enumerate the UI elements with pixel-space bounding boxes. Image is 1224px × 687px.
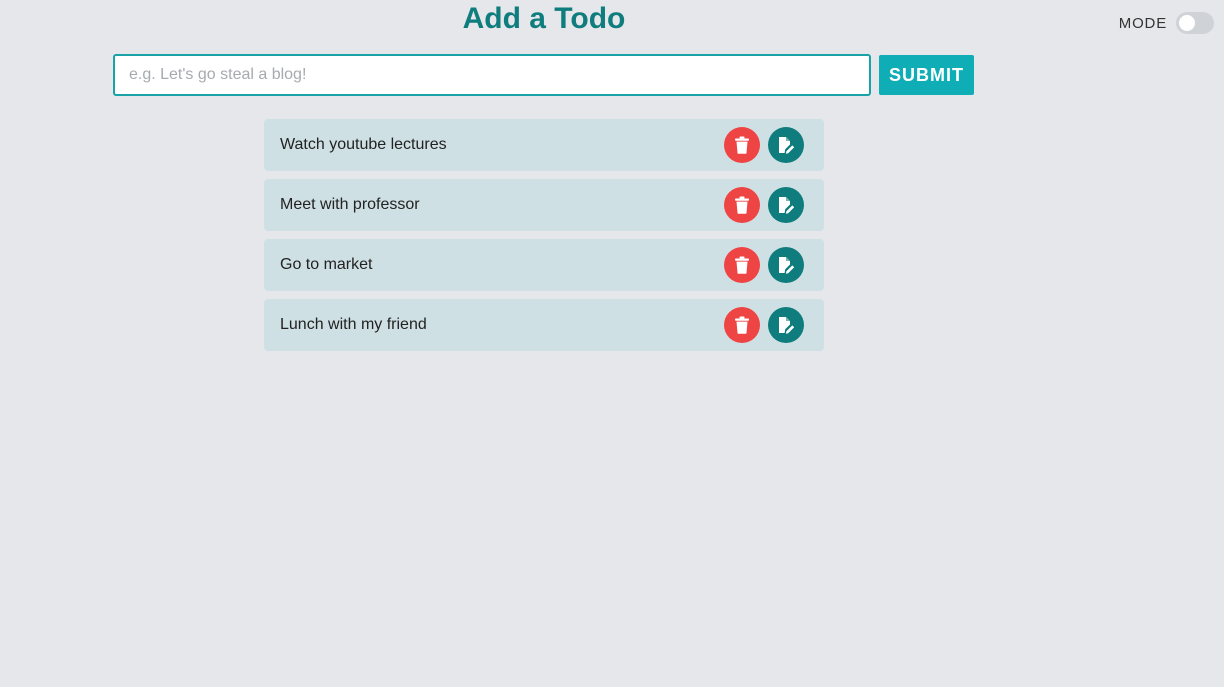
edit-button[interactable]: [768, 187, 804, 223]
trash-icon: [735, 196, 749, 214]
todo-item: Lunch with my friend: [264, 299, 824, 351]
todo-text: Meet with professor: [280, 196, 420, 213]
delete-button[interactable]: [724, 307, 760, 343]
page-title: Add a Todo: [462, 2, 626, 35]
mode-toggle[interactable]: [1176, 12, 1214, 34]
delete-button[interactable]: [724, 127, 760, 163]
edit-button[interactable]: [768, 307, 804, 343]
todo-item: Go to market: [264, 239, 824, 291]
delete-button[interactable]: [724, 247, 760, 283]
todo-text: Go to market: [280, 256, 373, 273]
trash-icon: [735, 256, 749, 274]
mode-label: MODE: [1118, 14, 1167, 32]
todo-item: Watch youtube lectures: [264, 119, 824, 171]
edit-button[interactable]: [768, 127, 804, 163]
todo-input[interactable]: [113, 54, 871, 96]
edit-document-icon: [779, 197, 795, 214]
todo-actions: [724, 307, 804, 343]
todo-list: Watch youtube lectures Meet with profess…: [264, 119, 824, 359]
edit-document-icon: [779, 257, 795, 274]
mode-toggle-group: MODE: [1119, 12, 1214, 34]
todo-text: Watch youtube lectures: [280, 136, 447, 153]
trash-icon: [735, 136, 749, 154]
todo-item: Meet with professor: [264, 179, 824, 231]
edit-document-icon: [779, 317, 795, 334]
todo-actions: [724, 187, 804, 223]
edit-document-icon: [779, 137, 795, 154]
toggle-knob: [1179, 15, 1195, 31]
trash-icon: [735, 316, 749, 334]
delete-button[interactable]: [724, 187, 760, 223]
todo-actions: [724, 247, 804, 283]
submit-button[interactable]: SUBMIT: [879, 55, 974, 95]
todo-actions: [724, 127, 804, 163]
todo-form: SUBMIT: [113, 54, 974, 96]
edit-button[interactable]: [768, 247, 804, 283]
todo-app: Add a Todo MODE SUBMIT Watch youtube lec…: [0, 0, 1224, 687]
todo-text: Lunch with my friend: [280, 316, 427, 333]
